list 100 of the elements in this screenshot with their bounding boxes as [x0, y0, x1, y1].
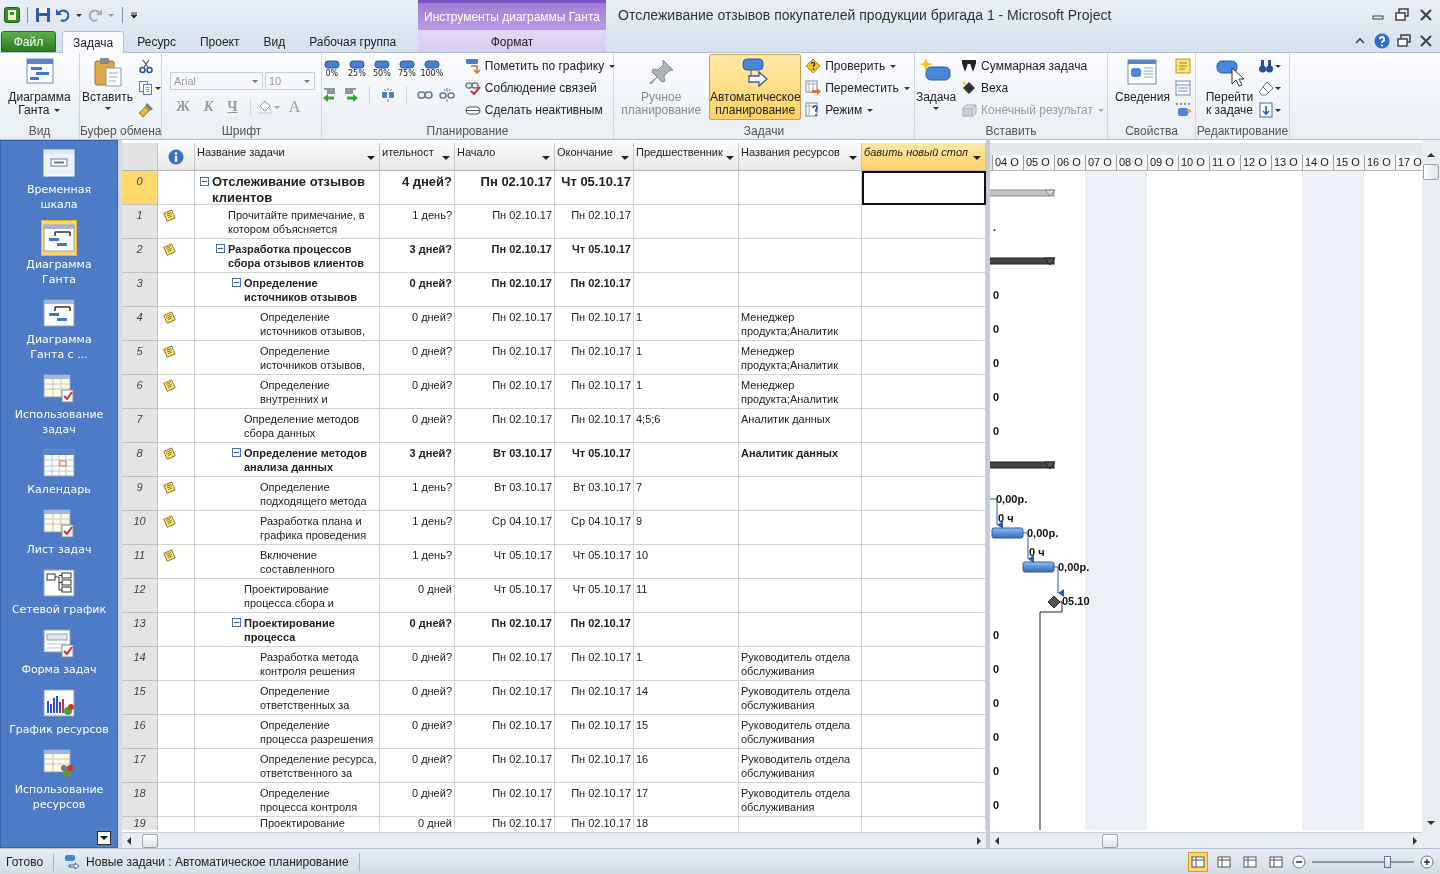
view-bar-item[interactable]: Использование задач — [1, 370, 117, 445]
table-cell: Пн 02.10.17 — [555, 681, 634, 715]
ribbon-tab[interactable]: Задача — [62, 31, 125, 53]
task-name: Определение внутренних и — [260, 378, 330, 406]
bar-label: 0 — [993, 629, 1000, 641]
table-cell: Руководитель отдела обслуживания — [739, 783, 862, 817]
task-command-button[interactable]: Переместить — [803, 79, 913, 97]
row-number[interactable]: 15 — [122, 681, 158, 715]
group-label: Шрифт — [220, 124, 263, 139]
table-cell: Пн 02.10.17 — [455, 817, 555, 830]
table-cell: Пн 02.10.17 — [455, 647, 555, 681]
table-cell: 0 дней? — [380, 341, 455, 375]
bar-label: 0,00р. — [1027, 527, 1059, 539]
percent-complete-button[interactable]: 50% — [370, 60, 393, 78]
table-cell: Пн 02.10.17 — [455, 171, 555, 205]
row-number[interactable]: 3 — [122, 273, 158, 307]
view-bar-item[interactable]: Диаграмма Ганта — [1, 220, 117, 295]
view-bar-item[interactable]: Лист задач — [1, 505, 117, 565]
insert-task-button[interactable]: Задача — [915, 54, 958, 120]
table-cell: Чт 05.10.17 — [555, 171, 634, 205]
go-to-task-button[interactable]: Перейти к задаче — [1202, 54, 1257, 120]
bar-label: 0 — [993, 697, 1000, 709]
percent-complete-button[interactable]: 0% — [320, 60, 343, 78]
table-cell: 0 дней — [380, 579, 455, 613]
bar-label: 0 — [993, 731, 1000, 743]
insert-command-button[interactable]: Суммарная задача — [959, 57, 1107, 75]
information-button[interactable]: Сведения — [1112, 54, 1173, 120]
file-tab[interactable]: Файл — [1, 31, 56, 52]
percent-complete-button[interactable]: 100% — [420, 60, 443, 78]
column-header[interactable]: бавить новый стол — [862, 143, 986, 171]
table-cell: Пн 02.10.17 — [555, 715, 634, 749]
view-bar-item[interactable]: Диаграмма Ганта с ... — [1, 295, 117, 370]
column-header[interactable]: Название задачи — [195, 143, 380, 171]
row-number[interactable]: 5 — [122, 341, 158, 375]
bar-label: 0 — [993, 289, 1000, 301]
view-bar-item[interactable]: Календарь — [1, 445, 117, 505]
task-command-button[interactable]: Режим — [803, 101, 913, 119]
row-number[interactable]: 4 — [122, 307, 158, 341]
row-number[interactable]: 12 — [122, 579, 158, 613]
view-bar-item[interactable]: Форма задач — [1, 625, 117, 685]
column-header[interactable]: Названия ресурсов — [739, 143, 862, 171]
row-number[interactable]: 9 — [122, 477, 158, 511]
row-number[interactable]: 7 — [122, 409, 158, 443]
bar-label: 0,00р. — [996, 493, 1028, 505]
view-bar-item[interactable]: Временная шкала — [1, 145, 117, 220]
row-number[interactable]: 8 — [122, 443, 158, 477]
table-cell: 0 дней? — [380, 749, 455, 783]
ribbon-tab[interactable]: Вид — [252, 31, 297, 52]
task-name: Определение ответственных за — [260, 684, 350, 712]
task-name: Отслеживание отзывов клиентов — [212, 174, 365, 204]
table-cell: Вт 03.10.17 — [555, 477, 634, 511]
table-cell: 1 день? — [380, 545, 455, 579]
row-number[interactable]: 13 — [122, 613, 158, 647]
row-number[interactable]: 16 — [122, 715, 158, 749]
column-header[interactable]: Начало — [455, 143, 555, 171]
bar-label: 0 — [993, 391, 1000, 403]
ribbon-tab[interactable]: Формат — [459, 31, 565, 52]
row-number[interactable]: 10 — [122, 511, 158, 545]
view-bar-item[interactable]: Использование ресурсов — [1, 745, 117, 820]
table-cell: 16 — [634, 749, 739, 783]
group-label: Буфер обмена — [80, 124, 161, 139]
row-number[interactable]: 17 — [122, 749, 158, 783]
table-cell: 1 день? — [380, 511, 455, 545]
group-label: Вид — [27, 124, 52, 139]
row-number[interactable]: 19 — [122, 817, 158, 830]
row-number[interactable]: 14 — [122, 647, 158, 681]
table-cell: Пн 02.10.17 — [555, 307, 634, 341]
row-number[interactable]: 2 — [122, 239, 158, 273]
task-name: Определение источников отзывов, — [260, 310, 365, 338]
percent-complete-button[interactable]: 25% — [345, 60, 368, 78]
paste-button[interactable]: Вставить — [79, 54, 136, 120]
link-label: 0 ч — [1029, 546, 1045, 558]
percent-complete-button[interactable]: 75% — [395, 60, 418, 78]
task-name: Определение подходящего метода — [260, 480, 367, 508]
table-cell: Чт 05.10.17 — [555, 579, 634, 613]
timescale-label: 06 О — [1054, 155, 1085, 170]
ribbon-tab[interactable]: Рабочая группа — [298, 31, 408, 52]
view-bar-item[interactable]: График ресурсов — [1, 685, 117, 745]
task-command-button[interactable]: Проверить — [803, 57, 913, 75]
scheduling-mode-button[interactable]: Автоматическое планирование — [709, 54, 802, 120]
timescale-label: 07 О — [1085, 155, 1116, 170]
table-cell: Ср 04.10.17 — [555, 511, 634, 545]
row-number[interactable]: 0 — [122, 171, 158, 205]
column-header[interactable]: Окончание — [555, 143, 634, 171]
table-cell: Пн 02.10.17 — [455, 341, 555, 375]
row-number[interactable]: 6 — [122, 375, 158, 409]
gantt-chart-button[interactable]: Диаграмма Ганта — [0, 54, 79, 120]
ribbon-tab[interactable]: Проект — [188, 31, 251, 52]
table-cell: Аналитик данных — [739, 409, 862, 443]
table-cell: 1 — [634, 647, 739, 681]
view-bar-item[interactable]: Сетевой график — [1, 565, 117, 625]
column-header[interactable]: Предшественник — [634, 143, 739, 171]
column-header[interactable]: ительност — [380, 143, 455, 171]
insert-command-button[interactable]: Веха — [959, 79, 1107, 97]
row-number[interactable]: 1 — [122, 205, 158, 239]
ribbon-tab[interactable]: Ресурс — [126, 31, 187, 52]
table-cell: 0 дней? — [380, 715, 455, 749]
row-number[interactable]: 18 — [122, 783, 158, 817]
row-number[interactable]: 11 — [122, 545, 158, 579]
table-cell: 9 — [634, 511, 739, 545]
